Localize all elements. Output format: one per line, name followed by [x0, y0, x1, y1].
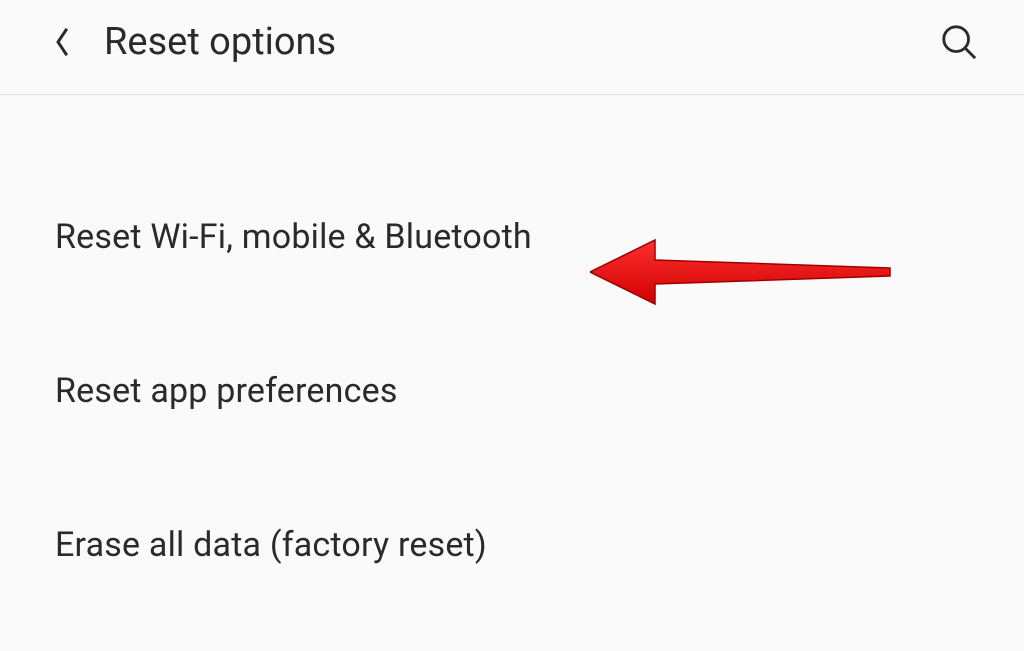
list-item-label: Reset app preferences: [55, 371, 398, 411]
page-title: Reset options: [104, 20, 939, 64]
options-list: Reset Wi-Fi, mobile & Bluetooth Reset ap…: [0, 95, 1024, 587]
reset-wifi-mobile-bluetooth[interactable]: Reset Wi-Fi, mobile & Bluetooth: [0, 195, 1024, 279]
header-bar: Reset options: [0, 0, 1024, 95]
reset-app-preferences[interactable]: Reset app preferences: [0, 349, 1024, 433]
list-item-label: Reset Wi-Fi, mobile & Bluetooth: [55, 217, 532, 257]
list-item-label: Erase all data (factory reset): [55, 525, 487, 565]
back-icon[interactable]: [50, 22, 74, 62]
erase-all-data[interactable]: Erase all data (factory reset): [0, 503, 1024, 587]
search-icon[interactable]: [939, 22, 979, 62]
